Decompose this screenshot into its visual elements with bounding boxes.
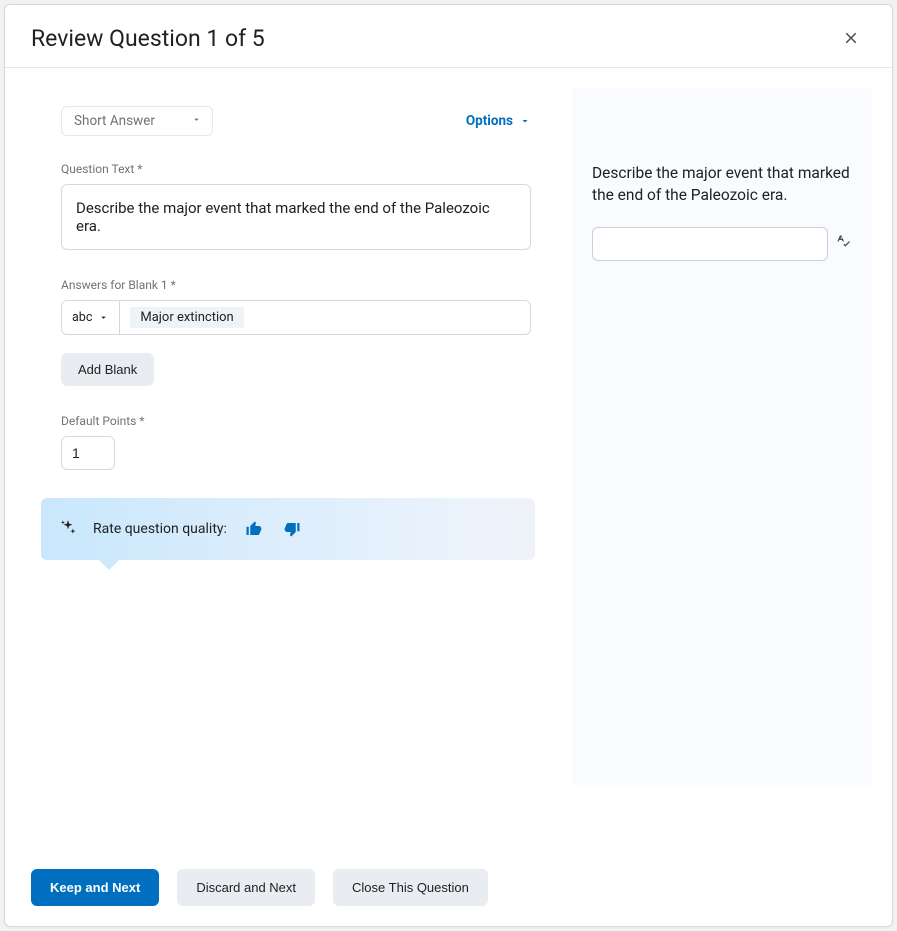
- editor-inner: Short Answer Options Question Text * Ans…: [61, 106, 531, 560]
- question-type-select[interactable]: Short Answer: [61, 106, 213, 136]
- close-icon: [842, 29, 860, 47]
- preview-question-text: Describe the major event that marked the…: [592, 162, 852, 207]
- answers-input[interactable]: Major extinction: [120, 301, 530, 334]
- thumbs-up-icon: [245, 520, 263, 538]
- preview-answer-input[interactable]: [592, 227, 828, 261]
- question-text-input[interactable]: [61, 184, 531, 250]
- preview-pane: Describe the major event that marked the…: [572, 88, 872, 785]
- rate-prompt: Rate question quality:: [93, 521, 227, 537]
- answers-row: abc Major extinction: [61, 300, 531, 335]
- options-link-label: Options: [466, 113, 513, 129]
- chevron-down-icon: [98, 312, 109, 323]
- editor-pane: Short Answer Options Question Text * Ans…: [5, 68, 572, 855]
- modal-footer: Keep and Next Discard and Next Close Thi…: [5, 855, 892, 926]
- modal-body: Short Answer Options Question Text * Ans…: [5, 68, 892, 855]
- close-this-question-button[interactable]: Close This Question: [333, 869, 488, 906]
- chevron-down-icon: [191, 113, 202, 129]
- answer-tag[interactable]: Major extinction: [130, 307, 243, 328]
- add-blank-button[interactable]: Add Blank: [61, 353, 154, 386]
- default-points-input[interactable]: [61, 436, 115, 470]
- thumbs-up-button[interactable]: [243, 518, 265, 540]
- modal-title: Review Question 1 of 5: [31, 25, 265, 52]
- question-type-label: Short Answer: [74, 113, 155, 129]
- thumbs-down-icon: [283, 520, 301, 538]
- type-options-row: Short Answer Options: [61, 106, 531, 136]
- modal-header: Review Question 1 of 5: [5, 5, 892, 68]
- thumbs-down-button[interactable]: [281, 518, 303, 540]
- review-question-modal: Review Question 1 of 5 Short Answer Opti…: [4, 4, 893, 927]
- chevron-down-icon: [519, 115, 531, 127]
- spellcheck-icon[interactable]: [836, 234, 852, 254]
- answer-mode-label: abc: [72, 310, 92, 325]
- options-link[interactable]: Options: [466, 113, 531, 129]
- answers-label: Answers for Blank 1 *: [61, 278, 531, 292]
- close-button[interactable]: [836, 23, 866, 53]
- default-points-label: Default Points *: [61, 414, 531, 428]
- preview-input-row: [592, 227, 852, 261]
- question-text-label: Question Text *: [61, 162, 531, 176]
- keep-and-next-button[interactable]: Keep and Next: [31, 869, 159, 906]
- answer-mode-select[interactable]: abc: [62, 301, 120, 334]
- discard-and-next-button[interactable]: Discard and Next: [177, 869, 315, 906]
- sparkle-icon: [59, 518, 77, 540]
- rate-quality-box: Rate question quality:: [41, 498, 535, 560]
